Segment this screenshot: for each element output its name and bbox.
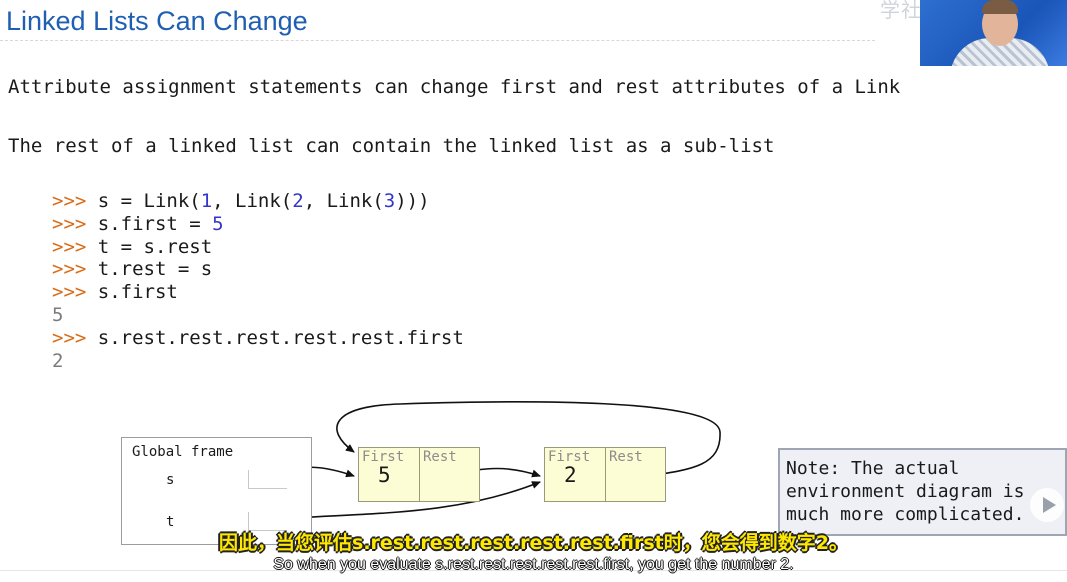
link2-rest-label: Rest bbox=[609, 449, 643, 465]
link-box-1: First 5 Rest bbox=[358, 447, 480, 502]
link1-first-value: 5 bbox=[378, 463, 391, 487]
subtitle-english: So when you evaluate s.rest.rest.rest.re… bbox=[273, 556, 794, 573]
link2-first-cell: First 2 bbox=[545, 448, 605, 501]
link2-rest-cell: Rest bbox=[605, 448, 666, 501]
frame-var-s: s bbox=[166, 472, 175, 488]
global-frame-title: Global frame bbox=[132, 444, 234, 460]
frame-slot-s bbox=[248, 470, 287, 489]
link-box-2: First 2 Rest bbox=[544, 447, 666, 502]
subtitle-chinese: 因此，当您评估s.rest.rest.rest.rest.rest.first时… bbox=[219, 532, 848, 554]
play-icon[interactable] bbox=[1030, 488, 1064, 522]
link1-rest-label: Rest bbox=[423, 449, 457, 465]
link1-rest-cell: Rest bbox=[419, 448, 480, 501]
link1-first-cell: First 5 bbox=[359, 448, 419, 501]
link2-first-value: 2 bbox=[564, 463, 577, 487]
note-box: Note: The actual environment diagram is … bbox=[778, 448, 1067, 536]
